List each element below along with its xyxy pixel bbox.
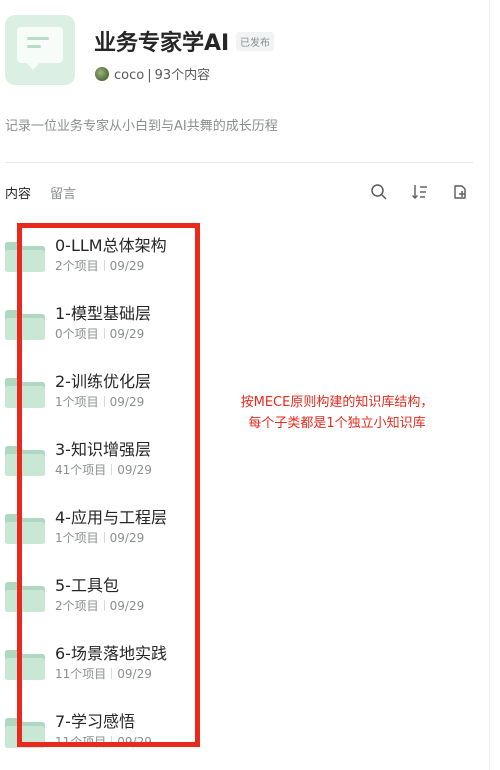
annotation-line-2: 每个子类都是1个独立小知识库 [248,416,426,431]
author-info: coco | 93个内容 [114,64,210,83]
knowledge-base-icon [5,15,75,85]
right-border [489,0,490,770]
divider [5,162,473,163]
annotation-text: 按MECE原则构建的知识库结构， 每个子类都是1个独立小知识库 [222,392,452,434]
sort-icon[interactable] [410,182,430,202]
tab-content[interactable]: 内容 [5,183,31,202]
status-badge: 已发布 [236,32,274,51]
description: 记录一位业务专家从小白到与AI共舞的成长历程 [5,119,278,134]
avatar[interactable] [95,67,109,81]
page-title: 业务专家学AI [94,31,230,56]
search-icon[interactable] [369,182,389,202]
author-name[interactable]: coco [114,68,144,83]
content-count: 93个内容 [154,68,211,83]
annotation-line-1: 按MECE原则构建的知识库结构， [240,395,434,410]
separator: | [147,68,152,83]
new-document-icon[interactable] [450,182,470,202]
tab-comments[interactable]: 留言 [50,183,76,202]
annotation-highlight-box [17,223,200,747]
